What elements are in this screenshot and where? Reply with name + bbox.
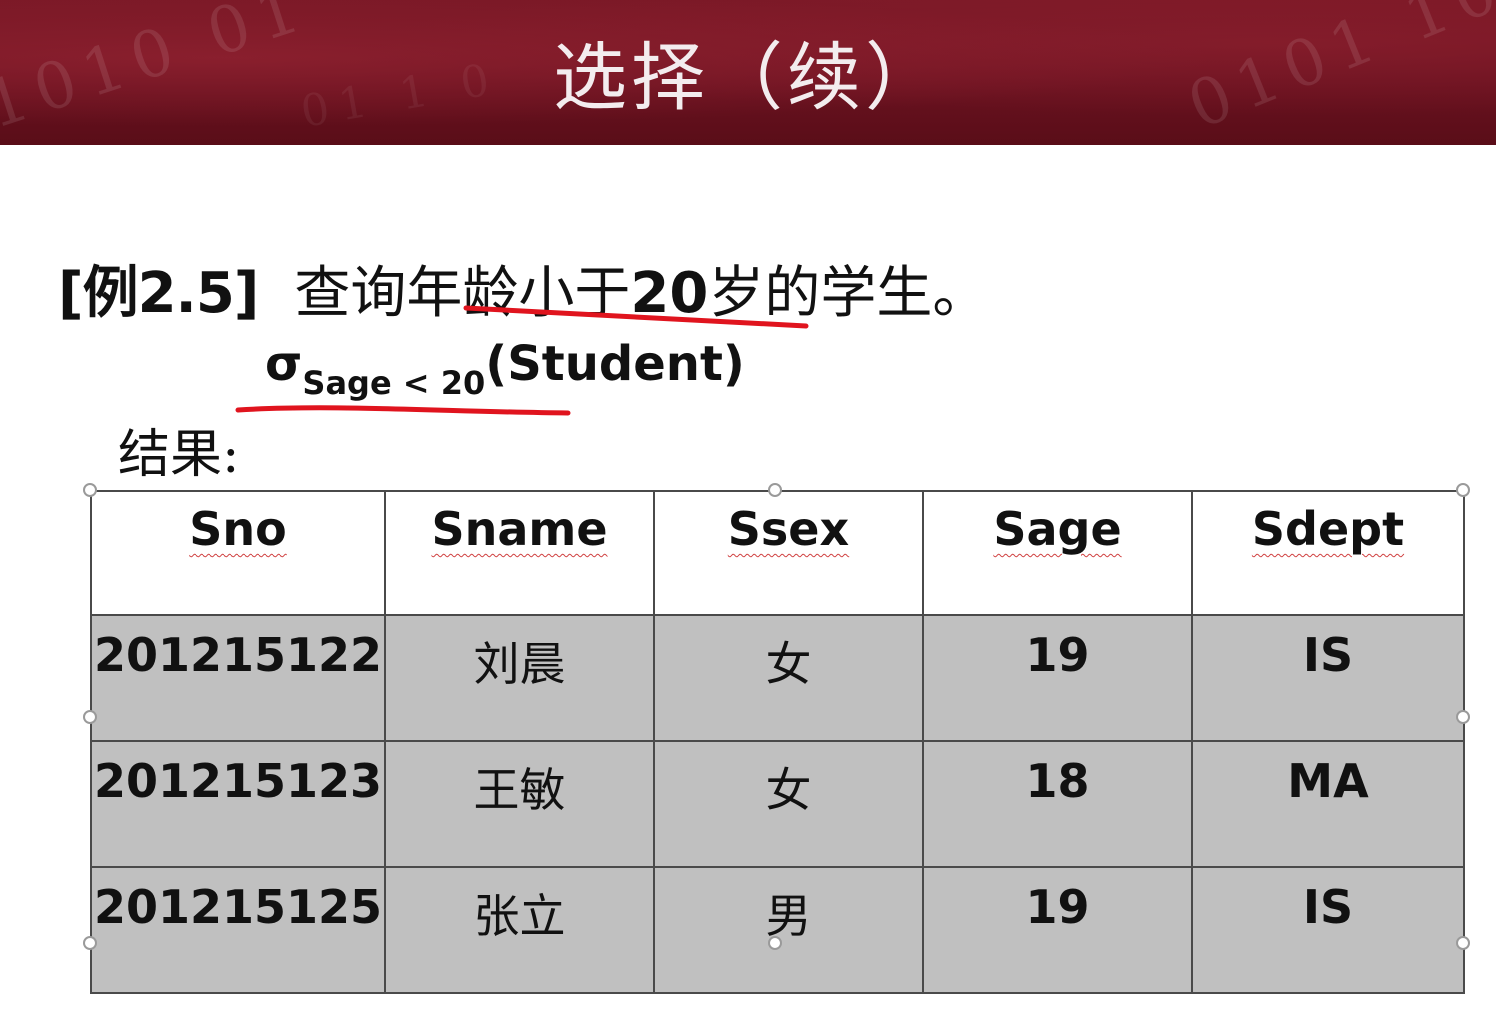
cell-sno: 201215123 [90,740,386,868]
table-row: 201215123 王敏 女 18 MA [90,740,1465,868]
resize-handle-middle-right[interactable] [1456,710,1470,724]
cell-ssex: 女 [653,740,924,868]
resize-handle-middle-left[interactable] [83,710,97,724]
cell-sage: 19 [922,866,1193,994]
table-row: 201215125 张立 男 19 IS [90,866,1465,994]
slide-title: 选择（续） [553,35,943,121]
cell-sdept: IS [1191,614,1465,742]
cell-ssex: 男 [653,866,924,994]
cell-sname: 张立 [384,866,655,994]
cell-sname: 刘晨 [384,614,655,742]
resize-handle-bottom-center[interactable] [768,936,782,950]
cell-sname: 王敏 [384,740,655,868]
title-banner: 1010 01 0101 10 01 1 0 选择（续） [0,0,1496,145]
header-sdept: Sdept [1191,490,1465,616]
example-tag: [例2.5] [58,261,259,326]
resize-handle-top-left[interactable] [83,483,97,497]
result-label: 结果: [118,425,240,485]
cell-ssex: 女 [653,614,924,742]
resize-handle-top-right[interactable] [1456,483,1470,497]
resize-handle-bottom-right[interactable] [1456,936,1470,950]
cell-sage: 19 [922,614,1193,742]
table-header-row: Sno Sname Ssex Sage Sdept [90,490,1465,616]
selection-expression: σSage < 20(Student) [265,336,745,402]
relation-argument: (Student) [485,336,745,392]
red-underline-expression [235,405,571,416]
cell-sdept: MA [1191,740,1465,868]
header-sage: Sage [922,490,1193,616]
cell-sage: 18 [922,740,1193,868]
cell-sno: 201215122 [90,614,386,742]
sigma-symbol: σ [265,336,303,392]
header-sno: Sno [90,490,386,616]
resize-handle-bottom-left[interactable] [83,936,97,950]
header-sname: Sname [384,490,655,616]
resize-handle-top-center[interactable] [768,483,782,497]
cell-sno: 201215125 [90,866,386,994]
selection-condition: Sage < 20 [302,364,486,402]
cell-sdept: IS [1191,866,1465,994]
header-ssex: Ssex [653,490,924,616]
red-underline-query [463,305,809,329]
table-row: 201215122 刘晨 女 19 IS [90,614,1465,742]
result-table[interactable]: Sno Sname Ssex Sage Sdept 201215122 刘晨 女… [90,490,1465,994]
